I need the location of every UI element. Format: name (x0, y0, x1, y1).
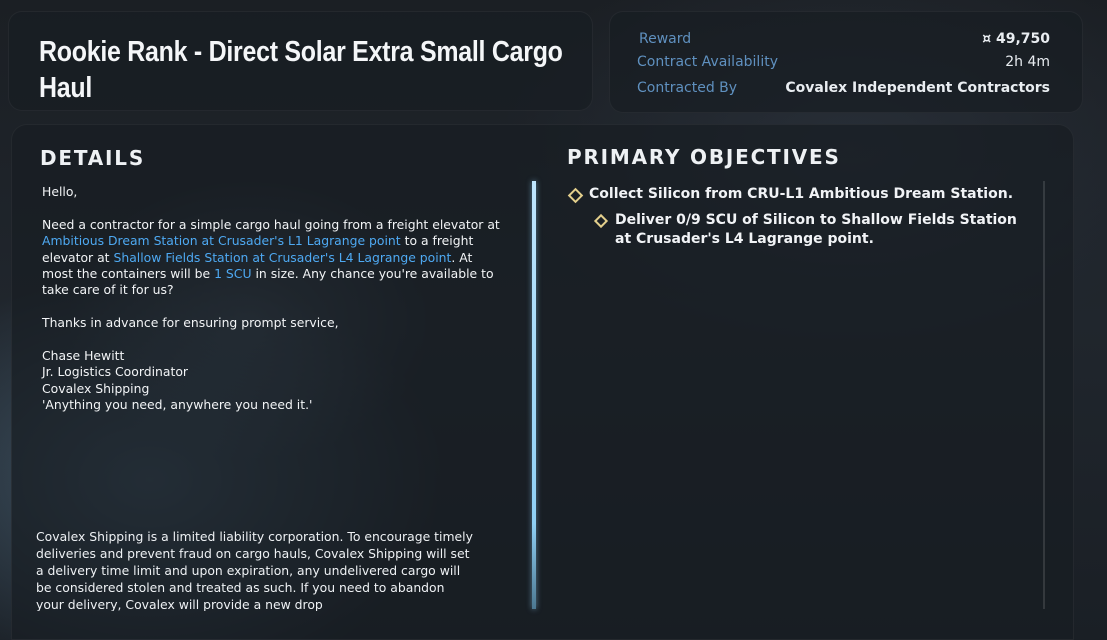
reward-value: ¤ 49,750 (982, 31, 1050, 47)
details-paragraph-1: Need a contractor for a simple cargo hau… (42, 217, 502, 299)
details-greeting: Hello, (42, 184, 78, 199)
contract-info-panel: Reward ¤ 49,750 Contract Availability 2h… (609, 11, 1083, 113)
signature-name: Chase Hewitt (42, 348, 125, 364)
objective-item: Deliver 0/9 SCU of Silicon to Shallow Fi… (593, 211, 1025, 249)
details-signature: Chase Hewitt Jr. Logistics Coordinator C… (42, 348, 502, 414)
reward-label: Reward (639, 31, 692, 47)
details-text: Need a contractor for a simple cargo hau… (42, 216, 500, 232)
details-scrollbar[interactable] (532, 181, 536, 609)
contract-main-panel: DETAILS Hello, Need a contractor for a s… (11, 124, 1074, 640)
objectives-heading: PRIMARY OBJECTIVES (567, 145, 841, 169)
availability-label: Contract Availability (637, 54, 778, 70)
signature-role: Jr. Logistics Coordinator (42, 364, 189, 380)
details-body[interactable]: Hello, Need a contractor for a simple ca… (42, 184, 502, 414)
availability-row: Contract Availability 2h 4m (637, 54, 1050, 76)
contracted-by-row: Contracted By Covalex Independent Contra… (637, 80, 1050, 102)
objective-text: Collect Silicon from CRU-L1 Ambitious Dr… (589, 186, 1014, 202)
signature-company: Covalex Shipping (42, 380, 150, 396)
container-size-link[interactable]: 1 SCU (214, 266, 251, 281)
contract-title: Rookie Rank - Direct Solar Extra Small C… (39, 36, 563, 104)
signature-motto: 'Anything you need, anywhere you need it… (42, 397, 313, 413)
details-legal-text: Covalex Shipping is a limited liability … (36, 529, 473, 611)
objective-item: Collect Silicon from CRU-L1 Ambitious Dr… (567, 185, 1029, 204)
contracted-by-label: Contracted By (637, 80, 738, 96)
contracted-by-value: Covalex Independent Contractors (785, 80, 1050, 96)
details-heading: DETAILS (40, 146, 146, 170)
destination-location-link[interactable]: Shallow Fields Station at Crusader's L4 … (113, 250, 451, 265)
details-paragraph-2: Thanks in advance for ensuring prompt se… (42, 315, 339, 331)
objective-text: Deliver 0/9 SCU of Silicon to Shallow Fi… (615, 212, 1017, 247)
origin-location-link[interactable]: Ambitious Dream Station at Crusader's L1… (42, 233, 401, 248)
contract-title-panel: Rookie Rank - Direct Solar Extra Small C… (8, 11, 593, 111)
objectives-scrollbar[interactable] (1043, 181, 1045, 609)
reward-row: Reward ¤ 49,750 (637, 31, 1050, 53)
diamond-icon (593, 213, 609, 229)
diamond-icon (567, 187, 584, 204)
availability-value: 2h 4m (1005, 54, 1050, 70)
